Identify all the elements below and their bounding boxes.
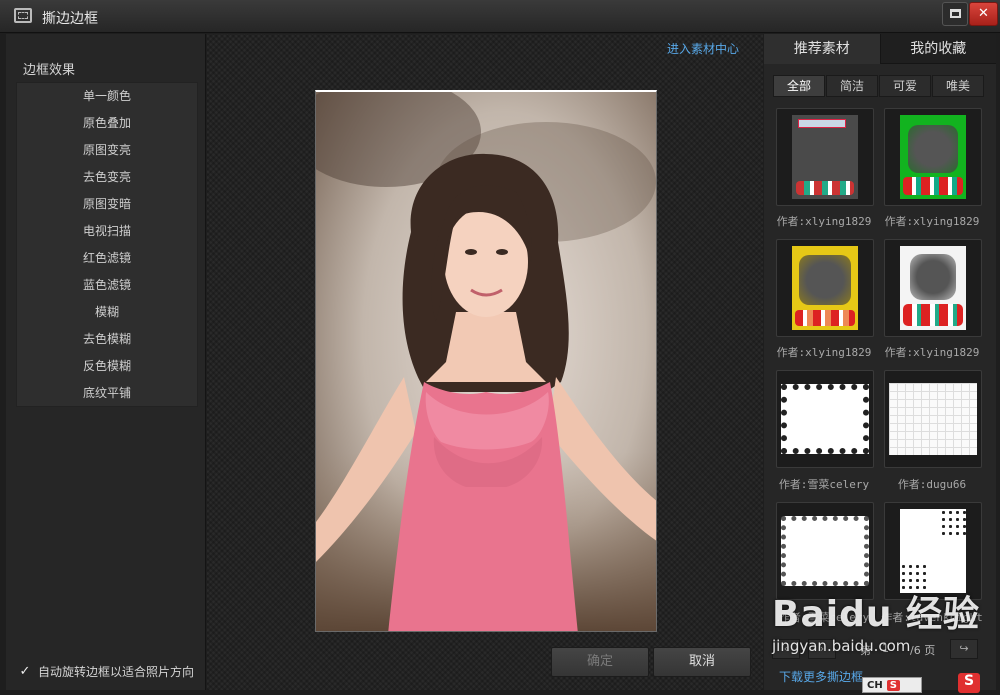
effect-item[interactable]: 蓝色滤镜 [17, 272, 197, 299]
sogou-icon: S [886, 679, 900, 691]
chevron-left-icon: ‹ [783, 642, 789, 655]
effect-item[interactable]: 单一颜色 [17, 83, 197, 110]
close-icon: ✕ [978, 6, 989, 21]
material-card[interactable] [884, 239, 982, 337]
sogou-brand-icon: S [958, 673, 980, 693]
material-grid: 作者:xlying1829 作者:xlying1829 作者:xlying182… [775, 107, 985, 627]
frame-thumbnail [781, 516, 869, 586]
material-card[interactable] [776, 108, 874, 206]
photo-preview [315, 90, 657, 632]
frame-thumbnail [900, 115, 966, 199]
filter-simple[interactable]: 简洁 [826, 75, 878, 97]
effects-panel: 边框效果 单一颜色 原色叠加 原图变亮 去色变亮 原图变暗 电视扫描 红色滤镜 … [6, 34, 206, 690]
effect-item[interactable]: 反色模糊 [17, 353, 197, 380]
cancel-button[interactable]: 取消 [653, 647, 751, 677]
effect-item[interactable]: 去色变亮 [17, 164, 197, 191]
frame-app-icon [14, 8, 32, 23]
portrait-photo [316, 92, 656, 631]
effect-item[interactable]: 原色叠加 [17, 110, 197, 137]
material-card[interactable] [776, 239, 874, 337]
close-button[interactable]: ✕ [969, 2, 998, 26]
card-author: 作者:xlying1829 [884, 346, 980, 359]
auto-rotate-label: 自动旋转边框以适合照片方向 [38, 665, 195, 679]
filter-all[interactable]: 全部 [773, 75, 825, 97]
effect-item[interactable]: 原图变亮 [17, 137, 197, 164]
effect-item[interactable]: 去色模糊 [17, 326, 197, 353]
preview-panel: 进入素材中心 确定 取消 [207, 34, 763, 690]
frame-thumbnail [792, 115, 858, 199]
effect-item[interactable]: 电视扫描 [17, 218, 197, 245]
prev-page-button[interactable]: ‹ [772, 639, 800, 659]
card-author: 作者:lavenknight [881, 611, 983, 624]
card-author: 作者:xlying1829 [884, 215, 980, 228]
effects-heading: 边框效果 [23, 63, 76, 78]
filter-beautiful[interactable]: 唯美 [932, 75, 984, 97]
maximize-icon [949, 9, 961, 18]
frame-thumbnail [792, 246, 858, 330]
confirm-button[interactable]: 确定 [551, 647, 649, 677]
chevron-right-icon: › [819, 642, 825, 655]
return-arrow-icon: ↪ [959, 642, 969, 655]
material-card[interactable] [776, 370, 874, 468]
effect-item[interactable]: 原图变暗 [17, 191, 197, 218]
page-number[interactable]: 1 [882, 642, 889, 655]
materials-tabs: 推荐素材 我的收藏 [764, 34, 996, 64]
material-center-link[interactable]: 进入素材中心 [667, 40, 739, 57]
maximize-button[interactable] [942, 2, 968, 26]
material-card[interactable] [884, 370, 982, 468]
effect-item[interactable]: 底纹平铺 [17, 380, 197, 407]
title-bar: 撕边边框 ✕ [0, 0, 1000, 33]
frame-thumbnail [889, 383, 977, 455]
ime-indicator[interactable]: CH S [862, 677, 922, 693]
card-author: 作者:dugu66 [897, 478, 967, 491]
pagination: ‹ › 第 1 /6 页 ↪ [764, 639, 996, 661]
filter-bar: 全部 简洁 可爱 唯美 [773, 75, 985, 97]
tab-favorites[interactable]: 我的收藏 [879, 34, 996, 64]
frame-thumbnail [900, 246, 966, 330]
page-prefix: 第 [860, 644, 871, 657]
frame-thumbnail [781, 384, 869, 454]
effect-item[interactable]: 模糊 [17, 299, 197, 326]
card-author: 作者:xlying1829 [776, 346, 872, 359]
tab-recommended[interactable]: 推荐素材 [764, 34, 880, 64]
ime-language: CH [867, 679, 883, 691]
material-card[interactable] [776, 502, 874, 600]
window-title: 撕边边框 [42, 11, 98, 27]
filter-cute[interactable]: 可爱 [879, 75, 931, 97]
card-author: 作者:雪菜celery [778, 611, 870, 624]
frame-thumbnail [900, 509, 966, 593]
effect-list: 单一颜色 原色叠加 原图变亮 去色变亮 原图变暗 电视扫描 红色滤镜 蓝色滤镜 … [16, 82, 198, 407]
go-page-button[interactable]: ↪ [950, 639, 978, 659]
materials-panel: 推荐素材 我的收藏 全部 简洁 可爱 唯美 作者:xlying1829 作者:x… [764, 34, 996, 690]
card-author: 作者:雪菜celery [778, 478, 870, 491]
material-card[interactable] [884, 502, 982, 600]
next-page-button[interactable]: › [808, 639, 836, 659]
material-card[interactable] [884, 108, 982, 206]
page-total: /6 页 [910, 644, 936, 657]
download-more-link[interactable]: 下载更多撕边框 [779, 668, 863, 685]
effect-item[interactable]: 红色滤镜 [17, 245, 197, 272]
auto-rotate-option[interactable]: ✓ 自动旋转边框以适合照片方向 [18, 663, 194, 680]
card-author: 作者:xlying1829 [776, 215, 872, 228]
checkbox-checked-icon[interactable]: ✓ [18, 664, 32, 679]
